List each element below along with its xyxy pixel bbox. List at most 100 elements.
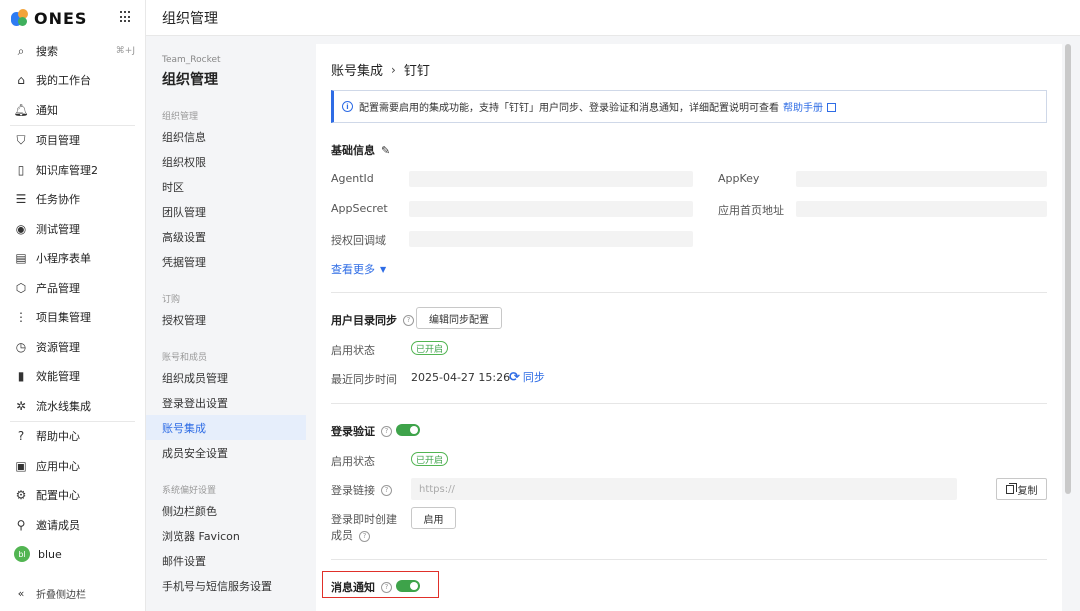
user-name: blue: [38, 547, 62, 561]
edit-sync-config-button[interactable]: 编辑同步配置: [416, 307, 502, 329]
user-sync-title: 用户目录同步 ?: [331, 312, 414, 328]
performance-icon: ▮: [17, 369, 25, 384]
sidebar-item-8[interactable]: ▤ 小程序表单: [0, 244, 145, 274]
help-icon[interactable]: ?: [381, 425, 392, 437]
login-verify-title-text: 登录验证: [331, 425, 375, 438]
pipeline-icon: ✲: [15, 398, 27, 413]
user-profile[interactable]: bl blue: [0, 540, 145, 570]
sidebar-item-1[interactable]: ⌕ 搜索 ⌘+J: [0, 36, 145, 66]
brand-name: ONES: [34, 8, 88, 28]
notice-text: 配置需要启用的集成功能，支持「钉钉」用户同步、登录验证和消息通知，详细配置说明可…: [359, 103, 779, 114]
info-notice: i 配置需要启用的集成功能，支持「钉钉」用户同步、登录验证和消息通知，详细配置说…: [331, 90, 1047, 123]
sidebar-item-label: 效能管理: [36, 370, 80, 384]
appsecret-value: [409, 201, 693, 217]
divider: [331, 403, 1047, 404]
sidebar-item-11[interactable]: ◷ 资源管理: [0, 332, 145, 362]
sidebar-item-label: 帮助中心: [36, 430, 80, 444]
pencil-icon[interactable]: ✎: [381, 144, 390, 157]
collapse-sidebar-button[interactable]: « 折叠侧边栏: [0, 575, 145, 611]
bell-icon: 🔔︎: [13, 102, 29, 117]
submenu-item[interactable]: 高级设置: [146, 224, 306, 249]
sidebar-item-label: 我的工作台: [36, 74, 91, 88]
copy-button[interactable]: 复制: [996, 478, 1047, 500]
login-verify-toggle[interactable]: [396, 424, 420, 436]
sync-now-link[interactable]: ⟳ 同步: [509, 369, 545, 385]
login-verify-title: 登录验证 ?: [331, 423, 392, 439]
sidebar-item-3[interactable]: 🔔︎ 通知: [0, 95, 145, 125]
submenu-item[interactable]: 组织成员管理: [146, 365, 306, 390]
sync-now-text: 同步: [522, 371, 545, 384]
submenu-item[interactable]: 组织信息: [146, 124, 306, 149]
sidebar-item-14[interactable]: ? 帮助中心: [0, 422, 145, 452]
last-sync-label: 最近同步时间: [331, 373, 397, 386]
sidebar-item-4[interactable]: ⛉ 项目管理: [0, 126, 145, 156]
avatar: bl: [14, 546, 30, 563]
sync-status-label: 启用状态: [331, 344, 375, 357]
enable-auto-create-button[interactable]: 启用: [411, 507, 456, 529]
app-center-icon: ▣: [15, 458, 27, 473]
auto-create-member-line1: 登录即时创建: [331, 513, 397, 526]
highlight-box: [322, 571, 439, 598]
sidebar-item-5[interactable]: ▯ 知识库管理2: [0, 155, 145, 185]
external-link-icon[interactable]: [827, 103, 836, 112]
sidebar-item-label: 资源管理: [36, 340, 80, 354]
app-grid-icon[interactable]: [120, 11, 132, 23]
submenu-item[interactable]: 凭据管理: [146, 249, 306, 274]
sidebar-item-label: 搜索: [36, 44, 58, 58]
sidebar-item-label: 项目集管理: [36, 311, 91, 325]
sidebar-item-2[interactable]: ⌂ 我的工作台: [0, 66, 145, 96]
logo[interactable]: ONES: [0, 0, 145, 36]
submenu-item[interactable]: 手机号与短信服务设置: [146, 573, 306, 598]
help-manual-link[interactable]: 帮助手册: [783, 99, 823, 114]
appkey-value: [796, 171, 1047, 187]
sidebar-item-9[interactable]: ⬡ 产品管理: [0, 273, 145, 303]
help-icon[interactable]: ?: [381, 484, 392, 496]
divider: [331, 559, 1047, 560]
help-icon[interactable]: ?: [403, 314, 414, 326]
config-icon: ⚙: [15, 488, 27, 503]
submenu-item[interactable]: 团队管理: [146, 199, 306, 224]
help-icon[interactable]: ?: [359, 530, 370, 542]
homepage-url-value: [796, 201, 1047, 217]
sidebar-item-label: 项目管理: [36, 134, 80, 148]
sidebar-item-7[interactable]: ◉ 测试管理: [0, 214, 145, 244]
resource-icon: ◷: [15, 339, 27, 354]
submenu-item[interactable]: 账号集成: [146, 415, 306, 440]
integration-panel: 账号集成 › 钉钉 i 配置需要启用的集成功能，支持「钉钉」用户同步、登录验证和…: [316, 44, 1062, 611]
submenu-item[interactable]: 时区: [146, 174, 306, 199]
sidebar-item-17[interactable]: ⚲ 邀请成员: [0, 510, 145, 540]
sidebar-item-label: 测试管理: [36, 222, 80, 236]
submenu-item[interactable]: 组织权限: [146, 149, 306, 174]
login-link-input[interactable]: [411, 478, 957, 500]
sidebar-item-13[interactable]: ✲ 流水线集成: [0, 391, 145, 421]
submenu-item[interactable]: 浏览器 Favicon: [146, 523, 306, 548]
submenu-group-label: 系统偏好设置: [162, 486, 217, 496]
auto-create-member-line2: 成员: [331, 529, 353, 542]
submenu-item[interactable]: 成员安全设置: [146, 440, 306, 465]
sidebar-item-label: 任务协作: [36, 193, 80, 207]
sidebar-item-label: 配置中心: [36, 489, 80, 503]
auto-create-member-label: 登录即时创建 成员?: [331, 512, 397, 544]
left-sidebar: ONES ⌕ 搜索 ⌘+J ⌂ 我的工作台 🔔︎ 通知 ⛉ 项目管理 ▯ 知识库管理2 ☰ 任务协作 ◉ 测…: [0, 0, 146, 611]
breadcrumb-parent[interactable]: 账号集成: [331, 60, 383, 79]
sidebar-item-16[interactable]: ⚙ 配置中心: [0, 481, 145, 511]
panel-scrollbar[interactable]: [1064, 44, 1072, 544]
submenu-item[interactable]: 登录登出设置: [146, 390, 306, 415]
sidebar-item-label: 邀请成员: [36, 518, 80, 532]
login-status-badge: 已开启: [411, 452, 449, 466]
test-icon: ◉: [15, 221, 27, 236]
sidebar-item-10[interactable]: ⋮ 项目集管理: [0, 303, 145, 333]
submenu-item[interactable]: 侧边栏颜色: [146, 498, 306, 523]
sidebar-item-12[interactable]: ▮ 效能管理: [0, 362, 145, 392]
submenu-item[interactable]: 授权管理: [146, 307, 306, 332]
sidebar-nav: ⌕ 搜索 ⌘+J ⌂ 我的工作台 🔔︎ 通知 ⛉ 项目管理 ▯ 知识库管理2 ☰ 任务协作 ◉ 测试管理 ▤ 小…: [0, 36, 145, 569]
divider: [331, 292, 1047, 293]
breadcrumb: 账号集成 › 钉钉: [331, 60, 430, 80]
sidebar-item-label: 通知: [36, 103, 58, 117]
login-link-label: 登录链接 ?: [331, 482, 392, 498]
submenu-item[interactable]: 邮件设置: [146, 548, 306, 573]
sidebar-item-6[interactable]: ☰ 任务协作: [0, 185, 145, 215]
basic-info-title-text: 基础信息: [331, 144, 375, 157]
show-more-link[interactable]: 查看更多 ▼: [331, 261, 386, 277]
sidebar-item-15[interactable]: ▣ 应用中心: [0, 451, 145, 481]
